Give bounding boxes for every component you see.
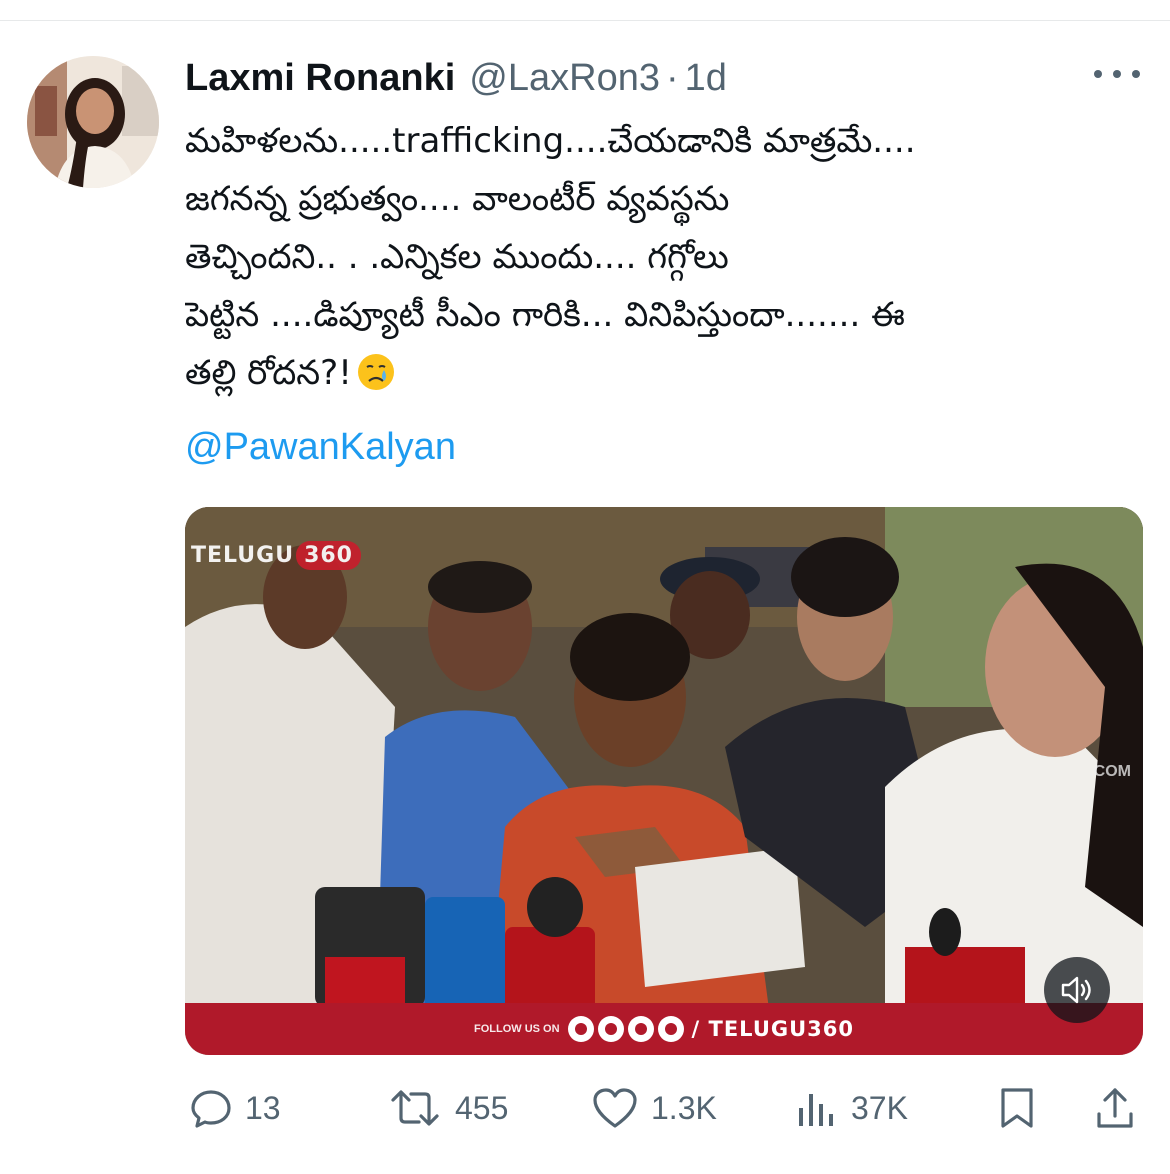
speaker-glyph [1061,976,1091,1004]
instagram-icon [597,1016,624,1042]
right-watermark: .COM [1089,763,1131,780]
more-icon[interactable] [1094,62,1140,86]
tweet-header: Laxmi Ronanki @LaxRon3 · 1d [185,50,727,106]
tweet-text: మహిళలను.....trafficking....చేయడానికి మాత… [185,112,1145,402]
repost-button[interactable]: 455 [387,1080,508,1136]
views-button[interactable]: 37K [795,1080,908,1136]
follow-label: FOLLOW US ON [473,1023,560,1035]
reply-icon [191,1090,231,1128]
author-name[interactable]: Laxmi Ronanki [185,57,455,100]
tweet-text-line: పెట్టిన ....డిప్యూటీ సీఎం గారికి... విని… [185,295,905,335]
like-count: 1.3K [651,1089,717,1126]
reply-button[interactable]: 13 [189,1080,281,1136]
more-dot [1113,70,1121,78]
heart-icon [593,1088,637,1128]
video-player[interactable]: TELUGU 360 .COM FOLLOW US ON / TELUGU360 [185,507,1143,1055]
bookmark-icon [1001,1088,1033,1128]
video-footer-bar: FOLLOW US ON / TELUGU360 [185,1003,1143,1055]
top-divider [0,20,1170,21]
speaker-muted-icon[interactable] [1044,957,1110,1023]
facebook-icon [567,1016,594,1042]
action-bar: 13 455 1.3K 37K [185,1080,1145,1136]
views-icon [799,1094,833,1126]
footer-handle: / TELUGU360 [691,1017,854,1041]
bookmark-button[interactable] [997,1080,1037,1136]
tweet-text-line: మహిళలను.....trafficking....చేయడానికి మాత… [185,121,916,161]
avatar-photo [27,56,159,188]
twitter-icon [657,1016,684,1042]
share-button[interactable] [1095,1080,1135,1136]
watermark-number: 360 [296,541,361,570]
timestamp[interactable]: 1d [685,57,727,100]
channel-watermark: TELUGU 360 [191,541,361,570]
tweet-text-line: జగనన్న ప్రభుత్వం.... వాలంటీర్ వ్యవస్థను [185,179,730,219]
tweet-text-line: తెచ్చిందని.. . .ఎన్నికల ముందు.... గగ్గోల… [185,237,729,277]
repost-icon [391,1090,439,1126]
video-frame [185,507,1143,1055]
youtube-icon [627,1016,654,1042]
crying-face-emoji [357,354,394,390]
like-button[interactable]: 1.3K [591,1080,717,1136]
tweet-text-line-last: తల్లి రోదన?! [185,344,1145,402]
tweet-text-line: తల్లి రోదన?! [185,353,352,393]
view-count: 37K [851,1089,908,1126]
author-handle[interactable]: @LaxRon3 [469,57,660,100]
mention-link[interactable]: @PawanKalyan [185,426,456,469]
avatar[interactable] [27,56,159,188]
repost-count: 455 [455,1089,509,1126]
watermark-text: TELUGU [191,543,295,568]
separator-dot: · [665,56,679,99]
reply-count: 13 [245,1089,281,1126]
share-icon [1097,1088,1133,1128]
more-dot [1132,70,1140,78]
more-dot [1094,70,1102,78]
